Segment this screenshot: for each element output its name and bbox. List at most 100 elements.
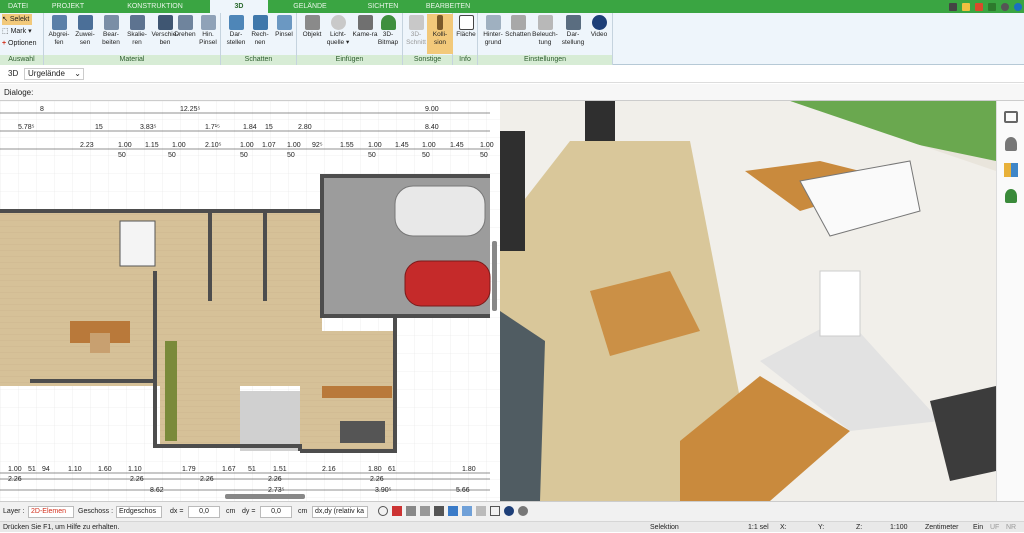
dimension-label: 1.10 [68, 466, 82, 473]
dimension-label: 5.78⁵ [18, 124, 35, 131]
camera-icon[interactable] [434, 506, 444, 516]
horizontal-scrollbar[interactable] [225, 494, 305, 499]
coord-mode-select[interactable]: dx,dy (relativ ka [312, 506, 368, 518]
window-controls [949, 0, 1022, 13]
darstellen-button[interactable]: Dar-stellen [223, 14, 249, 54]
dimension-label: 1.67 [222, 466, 236, 473]
nr-status: NR [1006, 524, 1017, 531]
tab-sichten[interactable]: SICHTEN [352, 0, 414, 13]
3d-view-canvas[interactable] [500, 101, 996, 501]
snap-icon[interactable] [448, 506, 458, 516]
layer-select[interactable]: 2D-Elemen ⌄ [28, 506, 74, 525]
display-icon[interactable] [392, 506, 402, 516]
skalieren-button[interactable]: Skalie-ren [124, 14, 150, 54]
brush-icon[interactable] [949, 2, 957, 11]
person-icon[interactable] [1005, 137, 1017, 151]
dimension-label: 2.26 [370, 476, 384, 483]
monitor-icon [565, 15, 581, 30]
clock-icon[interactable] [378, 506, 388, 516]
ein-status: Ein [973, 524, 984, 531]
tab-3d[interactable]: 3D [210, 0, 268, 13]
dimension-label: 1.55 [340, 142, 354, 149]
beleuchtung-button[interactable]: Beleuch-tung [532, 14, 558, 54]
tab-datei[interactable]: DATEI [0, 0, 36, 13]
help-icon[interactable] [962, 2, 970, 11]
tab-konstruktion[interactable]: KONSTRUKTION [100, 0, 210, 13]
vertical-scrollbar[interactable] [492, 241, 497, 311]
settings-icon[interactable] [518, 506, 528, 516]
dimension-label: 1.00 [287, 142, 301, 149]
zuweisen-button[interactable]: Zuwei-sen [72, 14, 98, 54]
3d-bitmap-button[interactable]: 3D-Bitmap [375, 14, 401, 54]
plus-icon: + [2, 40, 7, 47]
palette-icon[interactable] [1004, 163, 1018, 177]
optionen-button[interactable]: + Optionen [2, 38, 36, 49]
flaeche-button[interactable]: Fläche [453, 14, 479, 54]
kollision-button[interactable]: Kolli-sion [427, 14, 453, 54]
copy-icon[interactable] [420, 506, 430, 516]
dx-input[interactable]: 0,0 [188, 506, 220, 518]
paint-bucket-icon [77, 15, 93, 30]
terrain-select[interactable]: Urgelände ⌄ [24, 68, 84, 80]
layer-stack-icon[interactable] [476, 506, 486, 516]
eyedropper-icon [51, 15, 67, 30]
tab-bearbeiten[interactable]: BEARBEITEN [414, 0, 482, 13]
tab-projekt[interactable]: PROJEKT [36, 0, 100, 13]
section-icon [408, 15, 424, 30]
floor-plan-view[interactable]: 8 12.25⁵ 9.00 5.78⁵ 15 3.83⁵ 1.7¹⁵ 1.84 15 2.80 8.… [0, 101, 500, 501]
bearbeiten-button[interactable]: Bear-beiten [98, 14, 124, 54]
dimension-label: 61 [388, 466, 396, 473]
dimension-label: 1.10 [128, 466, 142, 473]
plane-icon[interactable] [462, 506, 472, 516]
info-icon[interactable] [1014, 2, 1022, 11]
video-label: Video [590, 31, 608, 38]
floor-plan-canvas[interactable]: 8 12.25⁵ 9.00 5.78⁵ 15 3.83⁵ 1.7¹⁵ 1.84 15 2.80 8.… [0, 101, 500, 501]
selekt-button[interactable]: ↖ Selekt [2, 14, 32, 25]
3d-schnitt-button[interactable]: 3D-Schnitt [403, 14, 429, 54]
group-label-auswahl: Auswahl [0, 55, 43, 65]
settings-icon[interactable] [1001, 2, 1009, 11]
north-icon[interactable] [504, 506, 514, 516]
dimension-label: 1.60 [98, 466, 112, 473]
chair-icon [304, 15, 320, 30]
geschoss-select[interactable]: Erdgeschos [116, 506, 162, 518]
rechnen-button[interactable]: Rech-nen [247, 14, 273, 54]
abgreifen-button[interactable]: Abgrei-fen [46, 14, 72, 54]
grid-icon[interactable] [490, 506, 500, 516]
schatten-pinsel-button[interactable]: Pinsel [271, 14, 297, 54]
lichtquelle-button[interactable]: Licht-quelle ▾ [323, 14, 353, 54]
close-icon[interactable] [988, 2, 996, 11]
mark-button[interactable]: ⬚ Mark ▾ [2, 26, 32, 37]
dimension-label: 1.51 [273, 466, 287, 473]
dy-unit: cm [298, 508, 308, 515]
status-tool-icons [378, 506, 528, 516]
flaeche-label: Fläche [456, 31, 476, 38]
layers-icon[interactable] [1004, 111, 1018, 123]
layout-icon[interactable] [975, 2, 983, 11]
darstellung-button[interactable]: Dar-stellung [560, 14, 586, 54]
schatten-pinsel-label: Pinsel [275, 31, 293, 38]
print-icon[interactable] [406, 506, 416, 516]
objekt-button[interactable]: Objekt [299, 14, 325, 54]
schatten-settings-button[interactable]: Schatten [505, 14, 531, 54]
dimension-label: 1.7¹⁵ [205, 124, 220, 131]
tab-gelaende[interactable]: GELÄNDE [268, 0, 352, 13]
group-label-einstellungen: Einstellungen [478, 55, 612, 65]
dy-input[interactable]: 0,0 [260, 506, 292, 518]
group-schatten: Dar-stellen Rech-nen Pinsel Schatten [221, 13, 297, 65]
car-red [404, 260, 491, 307]
hin-pinsel-button[interactable]: Hin. Pinsel [196, 14, 220, 54]
3d-view[interactable] [500, 101, 996, 501]
drehen-button[interactable]: Drehen [172, 14, 198, 54]
darstellung-label: Dar-stellung [561, 31, 585, 46]
scale-value: 1:100 [890, 524, 908, 531]
dy-value: 0,0 [271, 508, 281, 515]
ribbon-tab-bar: DATEI PROJEKT KONSTRUKTION 3D GELÄNDE SI… [0, 0, 1024, 13]
video-button[interactable]: Video [586, 14, 612, 54]
mark-icon: ⬚ [2, 28, 9, 35]
hintergrund-button[interactable]: Hinter-grund [480, 14, 506, 54]
dimension-label: 15 [265, 124, 273, 131]
tree-icon[interactable] [1005, 189, 1017, 203]
group-label-einfuegen: Einfügen [297, 55, 402, 65]
status-bar: Layer : 2D-Elemen ⌄ Geschoss : Erdgescho… [0, 501, 1024, 525]
